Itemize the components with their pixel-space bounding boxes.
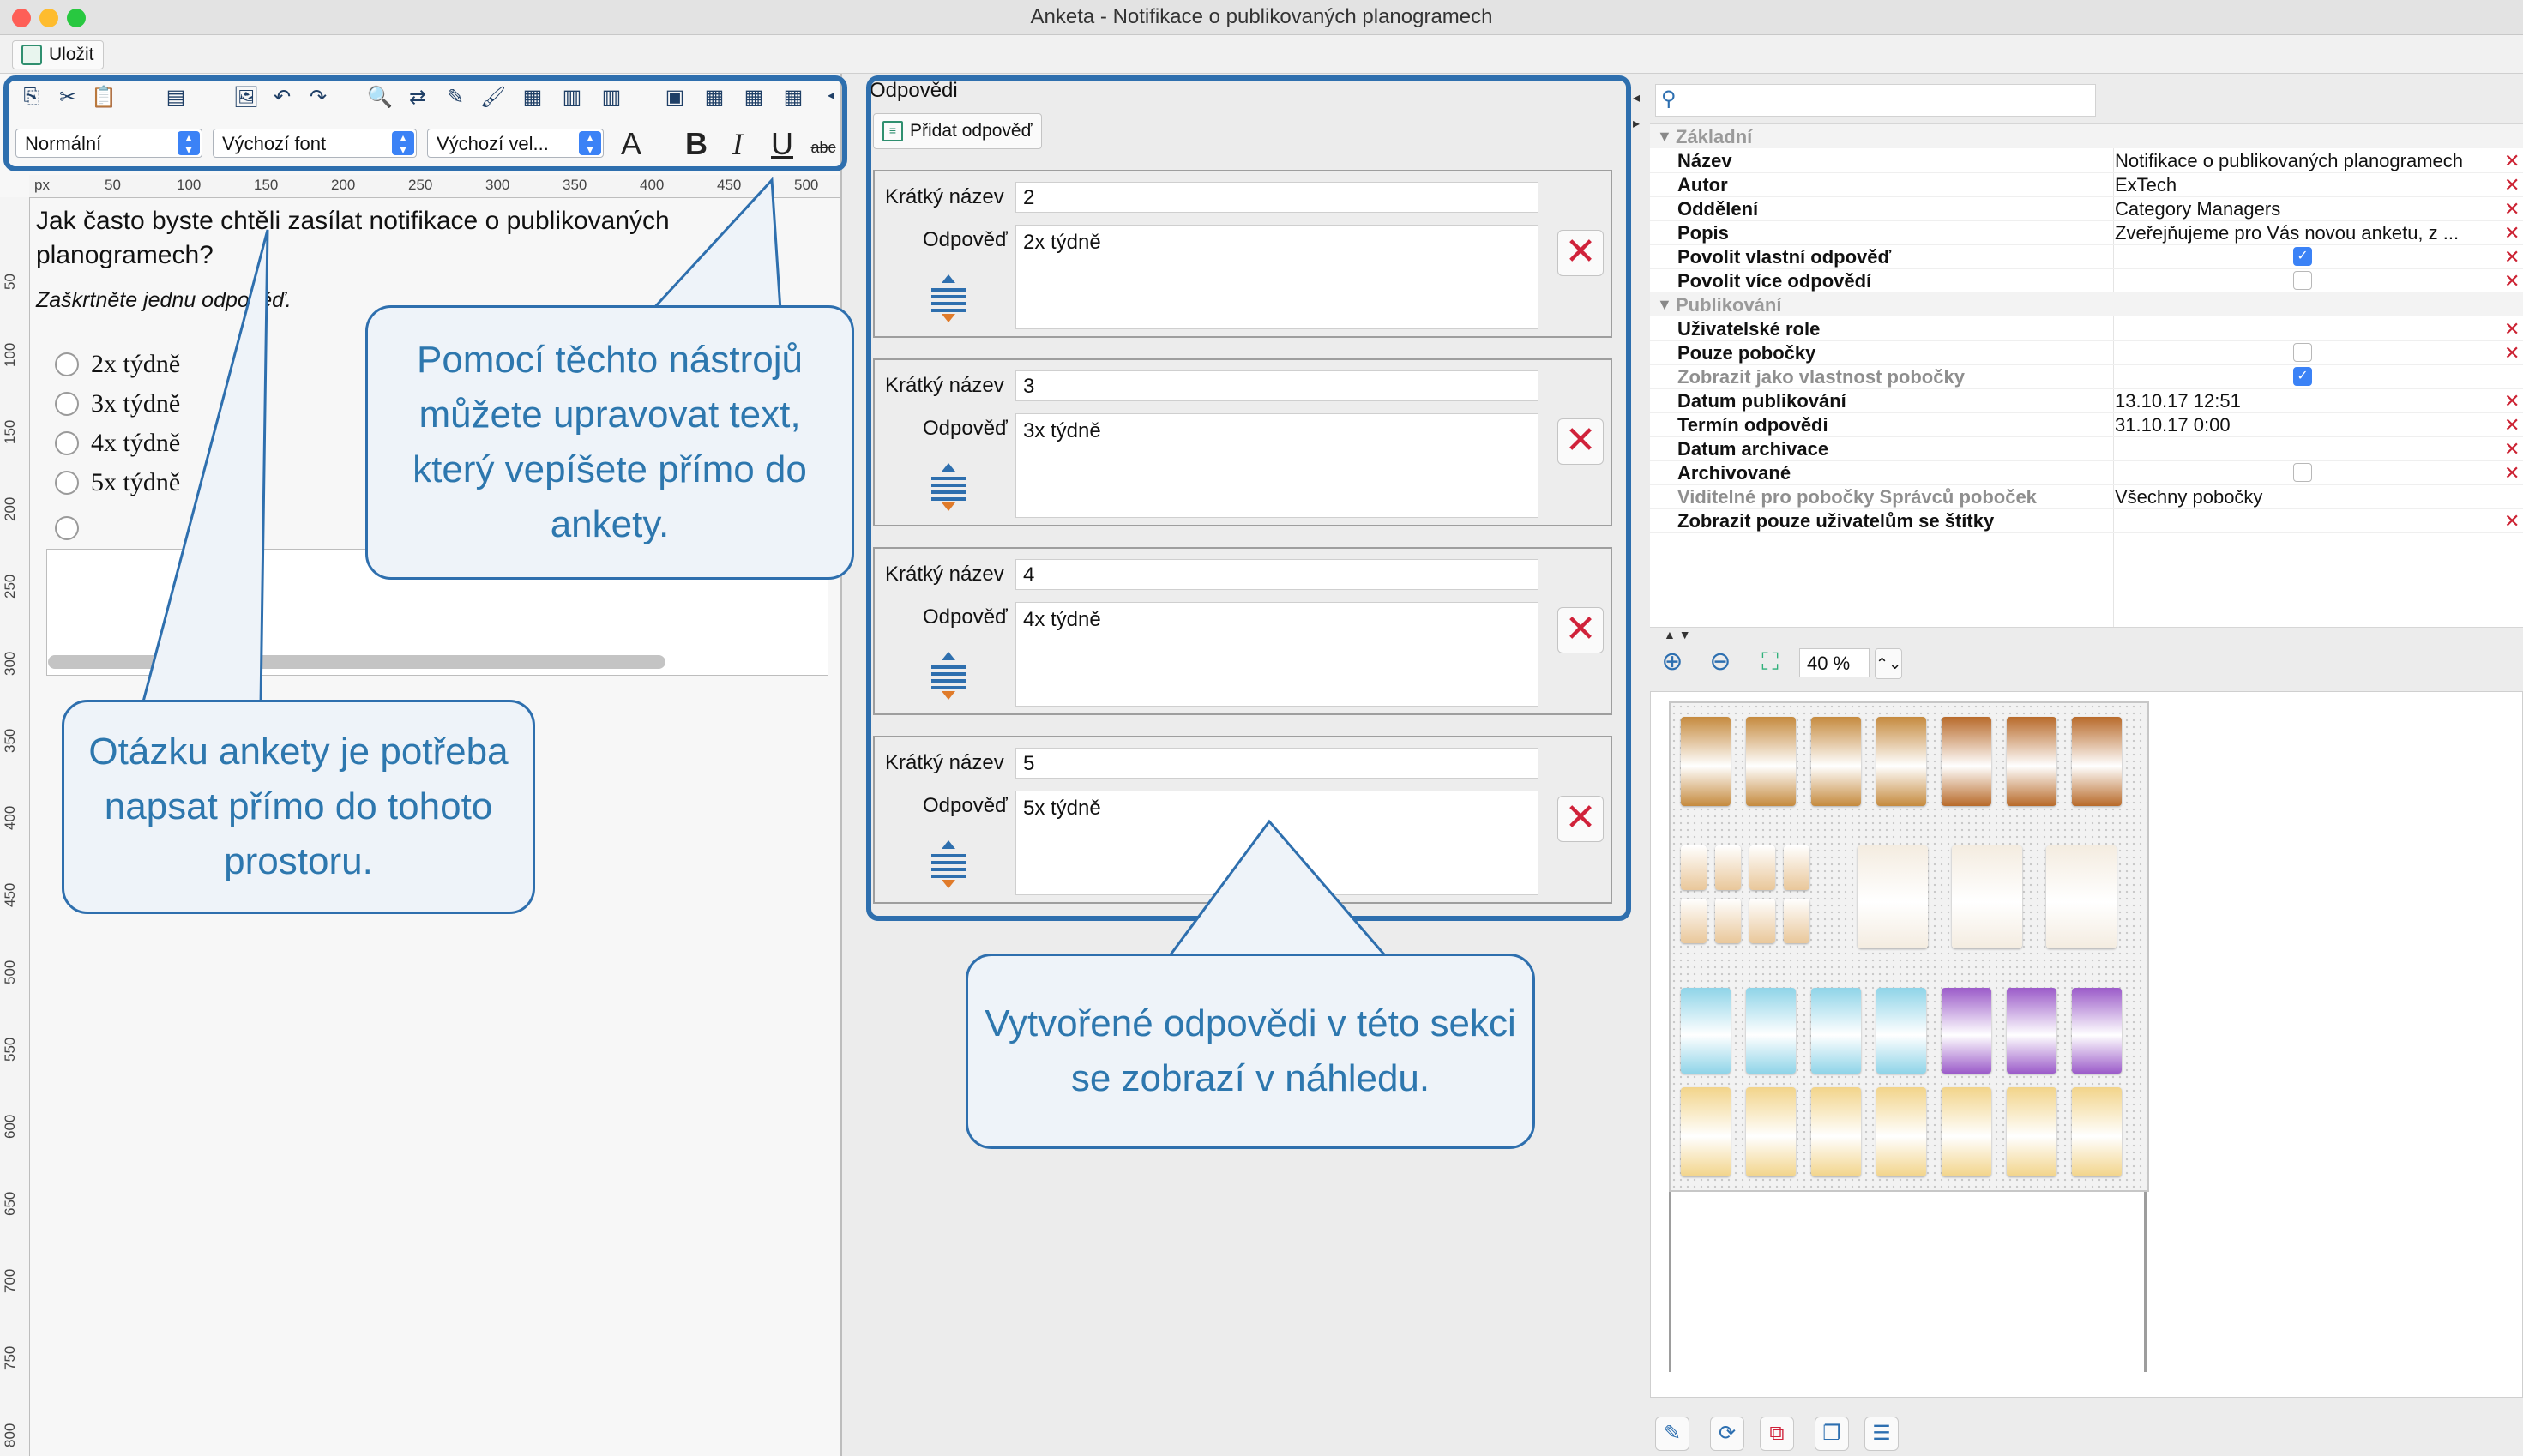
callout-text: Otázku ankety je potřeba napsat přímo do…	[88, 731, 509, 882]
callout-question: Otázku ankety je potřeba napsat přímo do…	[62, 700, 535, 914]
callout-text: Vytvořené odpovědi v této sekci se zobra…	[985, 1002, 1516, 1099]
callout-answers: Vytvořené odpovědi v této sekci se zobra…	[966, 954, 1535, 1149]
callout-text: Pomocí těchto nástrojů můžete upravovat …	[412, 339, 807, 545]
callout-toolbar: Pomocí těchto nástrojů můžete upravovat …	[365, 305, 854, 580]
